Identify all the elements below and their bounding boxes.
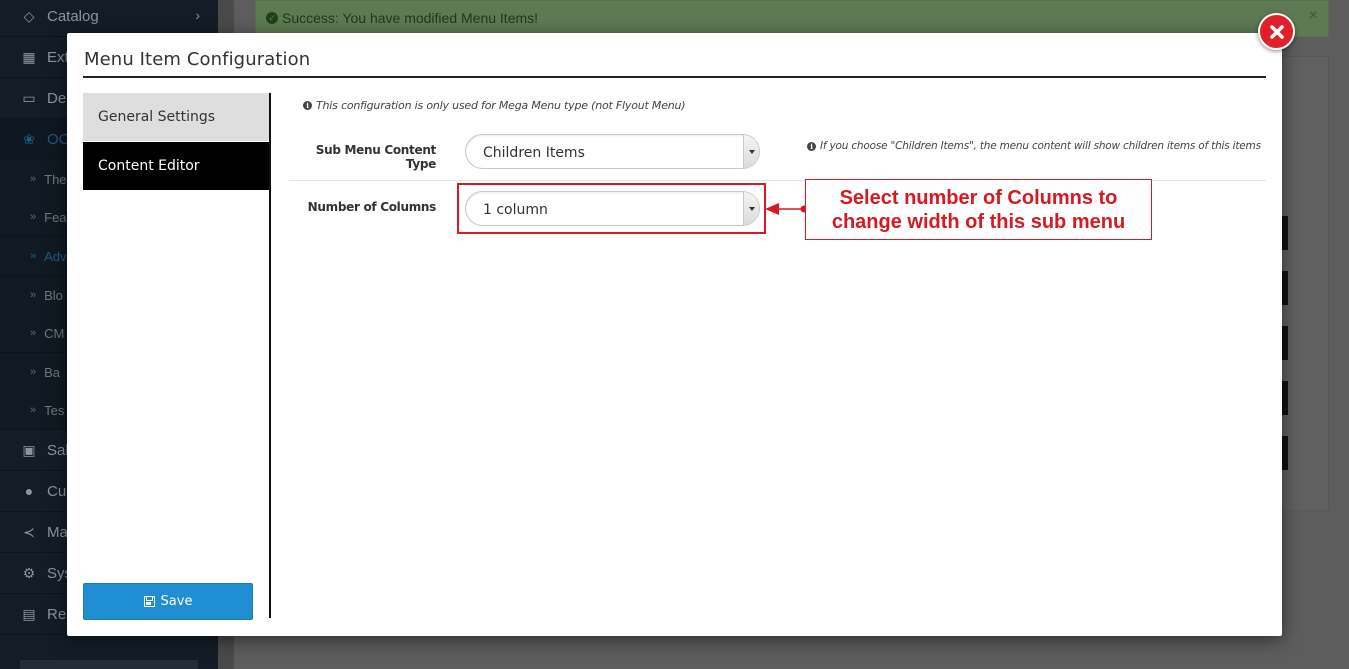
number-of-columns-label: Number of Columns [307, 200, 437, 214]
bar-chart-icon: ▤ [22, 605, 36, 622]
sidebar-subitem-label: Fea [44, 209, 67, 225]
sidebar-subitem-label: Adv [44, 248, 67, 264]
save-button[interactable]: Save [83, 583, 253, 620]
sub-menu-content-type-label: Sub Menu Content Type [315, 143, 437, 171]
config-info-text: This configuration is only used for Mega… [316, 99, 686, 112]
sidebar-item-label: Ext [47, 48, 69, 66]
puzzle-icon: ▦ [22, 48, 36, 65]
double-chevron-icon: » [30, 404, 37, 416]
success-alert: ✓ Success: You have modified Menu Items!… [255, 0, 1329, 37]
sidebar-subitem-label: CM [44, 325, 65, 341]
tab-content-editor[interactable]: Content Editor [83, 142, 271, 190]
floppy-disk-icon [143, 596, 155, 607]
config-tabs: General Settings Content Editor [83, 93, 271, 190]
close-icon [1269, 24, 1284, 39]
info-circle-icon: i [807, 141, 816, 151]
info-circle-icon: i [303, 101, 312, 110]
close-modal-button[interactable] [1258, 13, 1295, 50]
double-chevron-icon: » [30, 366, 37, 378]
sidebar-item-label: De [47, 89, 67, 107]
sub-menu-content-type-help: i If you choose "Children Items", the me… [807, 140, 1261, 152]
alert-close-icon[interactable]: × [1309, 7, 1318, 25]
sidebar-subitem-label: Tes [44, 402, 65, 418]
sidebar-item-label: Catalog [47, 7, 99, 25]
success-alert-message: Success: You have modified Menu Items! [282, 10, 539, 26]
annotation-arrow-icon [765, 203, 808, 215]
double-chevron-icon: » [30, 211, 37, 223]
title-divider [83, 76, 1266, 78]
tags-icon: ◇ [23, 7, 35, 24]
double-chevron-icon: » [30, 250, 37, 262]
annotation-callout: Select number of Columns to change width… [805, 179, 1152, 240]
menu-item-configuration-modal: Menu Item Configuration General Settings… [67, 33, 1282, 636]
select-value: Children Items [483, 145, 585, 161]
tab-general-settings[interactable]: General Settings [83, 93, 271, 141]
sidebar-item-label: Cu [47, 482, 67, 500]
cart-icon: ▣ [22, 441, 36, 458]
tabs-divider [269, 93, 271, 618]
sidebar-subitem-label: Ba [44, 364, 61, 380]
chevron-right-icon: › [195, 7, 200, 23]
gear-circle-icon: ❀ [23, 130, 35, 147]
chevron-down-icon[interactable] [743, 135, 759, 168]
sidebar-item-catalog[interactable]: ◇ Catalog › [0, 0, 218, 37]
config-info-note: i This configuration is only used for Me… [303, 99, 686, 112]
annotation-highlight-box [457, 183, 766, 234]
sidebar-subitem-label: The [44, 171, 67, 187]
check-circle-icon: ✓ [266, 12, 278, 24]
sidebar-item-label: Ma [47, 523, 68, 541]
sidebar-item-label: Sal [47, 441, 69, 459]
user-icon: ● [24, 483, 34, 499]
desktop-icon: ▭ [22, 89, 36, 106]
sidebar-subitem-label: Blo [44, 287, 63, 303]
double-chevron-icon: » [30, 327, 37, 339]
sidebar-item-label: Re [47, 605, 67, 623]
double-chevron-icon: » [30, 173, 37, 185]
sidebar-stats-bar [20, 660, 198, 669]
share-icon: ≺ [23, 523, 35, 540]
cog-icon: ⚙ [22, 564, 36, 581]
save-button-label: Save [160, 594, 193, 609]
double-chevron-icon: » [30, 289, 37, 301]
help-text: If you choose "Children Items", the menu… [820, 140, 1261, 152]
sub-menu-content-type-select[interactable]: Children Items [465, 134, 760, 169]
modal-title: Menu Item Configuration [84, 49, 311, 70]
